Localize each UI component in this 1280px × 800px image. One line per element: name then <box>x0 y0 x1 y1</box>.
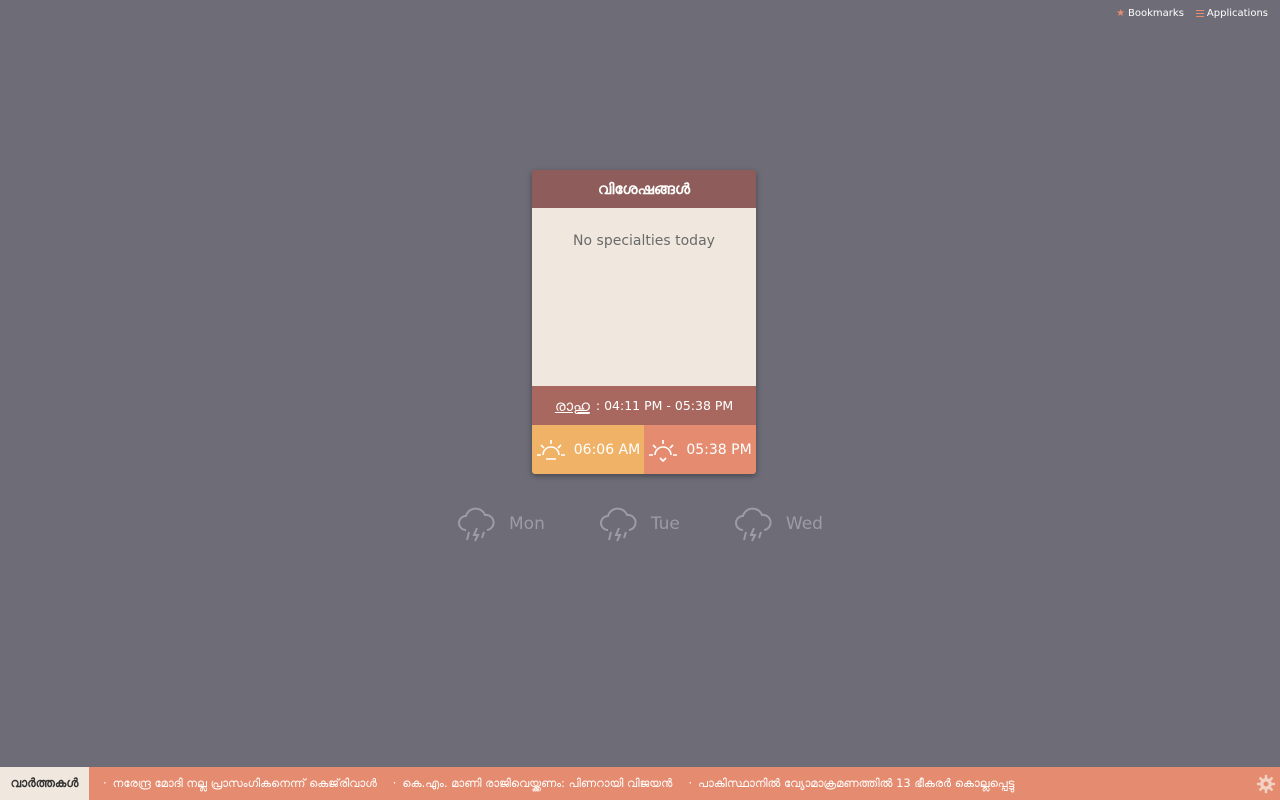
top-links: ★ Bookmarks Applications <box>1116 8 1268 19</box>
news-label: വാർത്തകൾ <box>0 767 89 800</box>
storm-icon <box>458 507 495 542</box>
sunrise-time: 06:06 AM <box>573 441 641 458</box>
applications-link[interactable]: Applications <box>1195 8 1268 19</box>
news-item[interactable]: പാകിസ്ഥാനിൽ വ്യോമാക്രമണത്തിൽ 13 ഭീകരർ കൊ… <box>689 776 1014 791</box>
rahu-kalam-row: രാഹു : 04:11 PM - 05:38 PM <box>532 386 756 425</box>
news-ticker: വാർത്തകൾ നരേന്ദ്ര മോദി നല്ല പ്രാസംഗികനെന… <box>0 767 1280 800</box>
forecast-day: Tue <box>599 506 680 542</box>
forecast-day: Mon <box>457 506 545 542</box>
sunset-time: 05:38 PM <box>686 441 752 458</box>
sunrise-icon <box>536 439 565 460</box>
rahu-label[interactable]: രാഹു <box>555 397 590 415</box>
forecast-day: Wed <box>734 506 823 542</box>
forecast-day-label: Mon <box>509 514 545 534</box>
forecast-day-label: Wed <box>785 514 823 534</box>
forecast-day-label: Tue <box>650 514 680 534</box>
specialties-card: വിശേഷങ്ങൾ No specialties today രാഹു : 04… <box>532 170 756 474</box>
menu-icon <box>1195 10 1204 17</box>
gear-icon[interactable] <box>1256 774 1276 794</box>
news-list: നരേന്ദ്ര മോദി നല്ല പ്രാസംഗികനെന്ന് കെജ്‌… <box>89 776 1015 791</box>
rahu-time: : 04:11 PM - 05:38 PM <box>595 398 734 413</box>
sunset-cell: 05:38 PM <box>644 425 756 474</box>
star-icon: ★ <box>1116 7 1126 19</box>
sunrise-cell: 06:06 AM <box>532 425 644 474</box>
card-title: വിശേഷങ്ങൾ <box>532 170 756 208</box>
storm-icon <box>734 507 772 542</box>
applications-label: Applications <box>1206 8 1268 19</box>
news-item[interactable]: കെ.എം. മാണി രാജിവെയ്ക്കണം: പിണറായി വിജയൻ <box>393 776 672 791</box>
weather-forecast: Mon Tue Wed <box>0 506 1280 542</box>
bookmarks-label: Bookmarks <box>1128 8 1184 19</box>
sun-times: 06:06 AM 05:38 PM <box>532 425 756 474</box>
news-item[interactable]: നരേന്ദ്ര മോദി നല്ല പ്രാസംഗികനെന്ന് കെജ്‌… <box>103 776 377 791</box>
card-message: No specialties today <box>532 208 756 386</box>
bookmarks-link[interactable]: ★ Bookmarks <box>1116 8 1184 19</box>
sunset-icon <box>649 439 678 462</box>
storm-icon <box>599 507 637 542</box>
